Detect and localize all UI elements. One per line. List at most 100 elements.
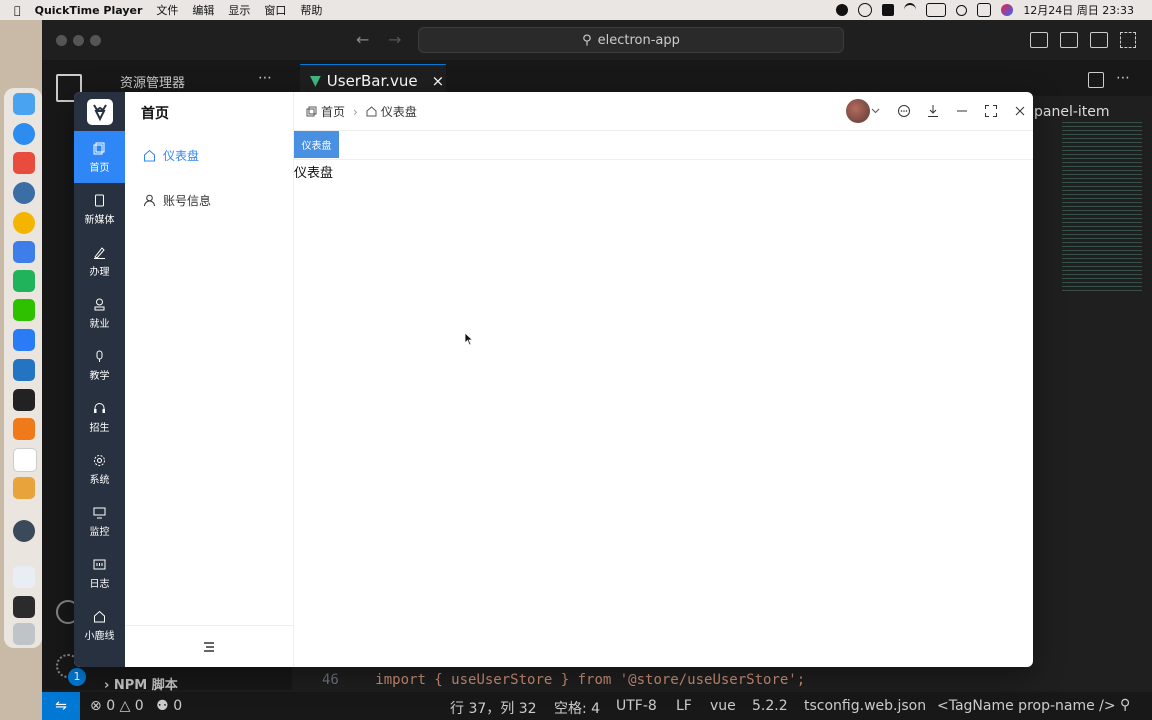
app-header: 首页 › 仪表盘 bbox=[294, 92, 1033, 131]
tagname-case[interactable]: <TagName prop-name /> bbox=[937, 698, 1116, 714]
nav-item-label: 日志 bbox=[89, 579, 110, 590]
nav-item-enrollment[interactable]: 招生 bbox=[74, 391, 125, 443]
document-thumbnail-icon[interactable] bbox=[13, 566, 35, 588]
menu-item-dashboard[interactable]: 仪表盘 bbox=[143, 147, 199, 164]
command-center-search[interactable]: ⚲ electron-app bbox=[418, 27, 844, 53]
control-center-icon[interactable] bbox=[977, 3, 992, 17]
terminal-icon[interactable] bbox=[13, 389, 35, 411]
close-icon[interactable]: × bbox=[432, 72, 445, 90]
input-method-icon[interactable] bbox=[882, 4, 895, 16]
baidu-netdisk-icon[interactable] bbox=[13, 241, 35, 263]
search-text: electron-app bbox=[597, 32, 680, 48]
launchpad-icon[interactable] bbox=[13, 152, 35, 174]
trash-icon[interactable] bbox=[13, 623, 35, 645]
close-icon[interactable] bbox=[1013, 104, 1027, 118]
tsconfig[interactable]: tsconfig.web.json bbox=[804, 698, 926, 714]
wechat-icon[interactable] bbox=[13, 299, 35, 321]
user-stamp-icon bbox=[94, 298, 105, 311]
spotlight-icon[interactable] bbox=[956, 4, 968, 16]
nav-item-home[interactable]: 首页 bbox=[74, 131, 125, 183]
record-icon[interactable] bbox=[836, 4, 849, 16]
menubar-item-view[interactable]: 显示 bbox=[228, 2, 250, 18]
electron-icon[interactable] bbox=[13, 520, 35, 542]
toggle-sidebar-icon[interactable] bbox=[1030, 32, 1048, 48]
breadcrumb-home[interactable]: 首页 bbox=[321, 103, 345, 120]
vue-file-icon: ▼ bbox=[310, 73, 321, 89]
remote-icon[interactable]: ⇋ bbox=[42, 692, 80, 720]
download-icon[interactable] bbox=[926, 104, 940, 118]
minimap[interactable] bbox=[1062, 122, 1142, 292]
fullscreen-icon[interactable] bbox=[984, 104, 998, 118]
more-actions-icon[interactable]: ⋯ bbox=[258, 70, 272, 86]
chevron-right-icon: › bbox=[104, 678, 110, 693]
chevron-down-icon[interactable] bbox=[871, 106, 880, 115]
menubar-item-file[interactable]: 文件 bbox=[156, 2, 178, 18]
back-arrow-icon[interactable]: ← bbox=[356, 30, 369, 49]
sub-menu: 首页 仪表盘 账号信息 bbox=[125, 92, 294, 667]
sublime-icon[interactable] bbox=[13, 418, 35, 440]
network-icon[interactable] bbox=[858, 3, 873, 17]
window-close-dot[interactable] bbox=[56, 35, 67, 46]
battery-icon[interactable] bbox=[926, 3, 947, 17]
hbuilder-icon[interactable] bbox=[13, 270, 35, 292]
safari-icon[interactable] bbox=[13, 123, 35, 145]
minimize-icon[interactable] bbox=[955, 104, 969, 118]
siri-icon[interactable] bbox=[1001, 4, 1014, 16]
tag-dashboard[interactable]: 仪表盘 bbox=[294, 131, 339, 158]
menu-item-account-info[interactable]: 账号信息 bbox=[143, 192, 211, 209]
split-editor-icon[interactable] bbox=[1088, 72, 1104, 88]
window-zoom-dot[interactable] bbox=[90, 35, 101, 46]
feishu-icon[interactable] bbox=[13, 329, 35, 351]
nav-item-monitor[interactable]: 监控 bbox=[74, 495, 125, 547]
nav-item-log[interactable]: 日志 bbox=[74, 547, 125, 599]
code-line[interactable]: 46 import { useUserStore } from '@store/… bbox=[322, 672, 805, 688]
log-icon bbox=[93, 559, 106, 570]
vscode-icon[interactable] bbox=[13, 359, 35, 381]
toggle-panel-icon[interactable] bbox=[1060, 32, 1078, 48]
menubar-app-name[interactable]: QuickTime Player bbox=[35, 4, 143, 17]
nav-item-teaching[interactable]: 教学 bbox=[74, 339, 125, 391]
explorer-title: 资源管理器 bbox=[120, 76, 186, 91]
home-icon bbox=[366, 106, 377, 117]
npm-scripts-label: NPM 脚本 bbox=[113, 678, 178, 693]
menubar-item-help[interactable]: 帮助 bbox=[300, 2, 322, 18]
typora-icon[interactable] bbox=[13, 448, 37, 472]
eol[interactable]: LF bbox=[676, 698, 692, 714]
message-icon[interactable] bbox=[897, 104, 911, 118]
menubar-item-edit[interactable]: 编辑 bbox=[192, 2, 214, 18]
menubar-clock[interactable]: 12月24日 周日 23:33 bbox=[1023, 2, 1134, 18]
npm-scripts-section[interactable]: › NPM 脚本 bbox=[104, 674, 178, 693]
nav-item-handle[interactable]: 办理 bbox=[74, 235, 125, 287]
breadcrumb-dashboard[interactable]: 仪表盘 bbox=[381, 103, 417, 120]
customize-layout-icon[interactable] bbox=[1120, 32, 1136, 48]
chrome-icon[interactable] bbox=[13, 212, 35, 234]
apple-icon[interactable]:  bbox=[14, 4, 21, 17]
avatar[interactable] bbox=[846, 99, 870, 123]
forward-arrow-icon[interactable]: → bbox=[388, 30, 401, 49]
screen-thumbnail-icon[interactable] bbox=[13, 596, 35, 618]
language-mode[interactable]: vue bbox=[710, 698, 736, 714]
finder-icon[interactable] bbox=[13, 93, 35, 115]
nav-item-employment[interactable]: 就业 bbox=[74, 287, 125, 339]
nav-item-new-media[interactable]: 新媒体 bbox=[74, 183, 125, 235]
encoding[interactable]: UTF-8 bbox=[616, 698, 657, 714]
window-minimize-dot[interactable] bbox=[73, 35, 84, 46]
editor-more-icon[interactable]: ⋯ bbox=[1116, 70, 1130, 86]
indentation[interactable]: 空格: 4 bbox=[554, 698, 600, 718]
collapse-menu-icon[interactable] bbox=[203, 641, 215, 655]
bell-icon[interactable]: ⚲ bbox=[1120, 697, 1130, 713]
ts-version[interactable]: 5.2.2 bbox=[752, 698, 788, 714]
nav-item-xiaoluxian[interactable]: 小鹿线 bbox=[74, 599, 125, 651]
paint-icon[interactable] bbox=[13, 477, 35, 499]
cursor-position[interactable]: 行 37，列 32 bbox=[450, 698, 537, 718]
menubar-item-window[interactable]: 窗口 bbox=[264, 2, 286, 18]
nav-item-system[interactable]: 系统 bbox=[74, 443, 125, 495]
mac-menubar:  QuickTime Player 文件 编辑 显示 窗口 帮助 12月24日… bbox=[0, 0, 1152, 20]
wifi-icon[interactable] bbox=[904, 3, 917, 17]
electron-app-window: 首页 新媒体 办理 就业 教学 招生 系统 监控 日志 小鹿线 首页 仪表盘 账… bbox=[74, 92, 1033, 667]
toggle-secondary-sidebar-icon[interactable] bbox=[1090, 32, 1108, 48]
quicktime-icon[interactable] bbox=[13, 182, 35, 204]
nav-item-label: 监控 bbox=[89, 527, 110, 538]
menu-item-label: 仪表盘 bbox=[163, 149, 200, 163]
problems-indicator[interactable]: ⊗ 0 △ 0 ⚉ 0 bbox=[90, 698, 182, 714]
